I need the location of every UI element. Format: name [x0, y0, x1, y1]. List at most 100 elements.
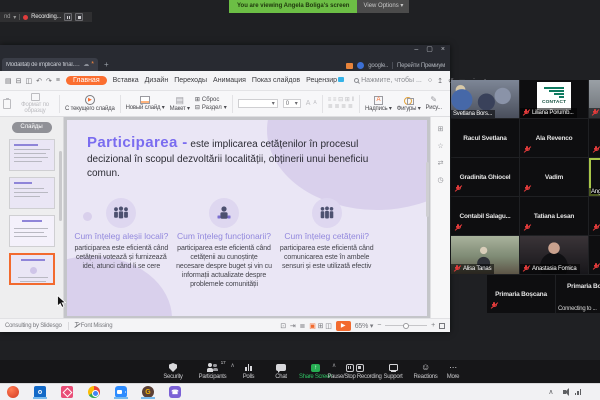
taskbar-chrome-icon[interactable] [88, 385, 100, 399]
reading-view-icon[interactable]: ◫ [325, 322, 331, 330]
upload-icon[interactable]: ↥ [437, 77, 443, 85]
slideshow-play-button[interactable]: ▶ [336, 321, 351, 331]
tab-transitions[interactable]: Переходы [174, 77, 207, 84]
preview-icon[interactable]: ◫ [26, 77, 33, 85]
slide-thumbnail-3[interactable] [9, 215, 55, 247]
tab-slideshow[interactable]: Показ слайдов [252, 77, 300, 84]
fullscreen-icon[interactable] [439, 323, 445, 329]
participant-tile-racul-svetlana[interactable]: Racul Svetlana [451, 119, 519, 157]
zoom-in-button[interactable]: + [431, 322, 435, 329]
slide-thumbnail-1[interactable] [9, 139, 55, 171]
close-button[interactable]: × [441, 46, 445, 54]
print-icon[interactable]: ⊟ [16, 77, 22, 85]
save-icon[interactable]: ▤ [5, 77, 12, 85]
star-icon[interactable]: ☆ [437, 142, 443, 150]
swap-icon[interactable]: ⇄ [438, 159, 444, 167]
participant-tile-vadim[interactable]: Vadim [520, 158, 588, 196]
participant-tile-angela-active-speaker[interactable]: Ange... [589, 158, 600, 196]
pause-recording-button[interactable] [64, 13, 72, 21]
tab-insert[interactable]: Вставка [113, 77, 139, 84]
section-button[interactable]: ⊟Раздел ▾ [195, 105, 227, 111]
avatar[interactable] [357, 62, 364, 69]
minimize-button[interactable]: – [414, 46, 418, 54]
redo-icon[interactable]: ↷ [46, 77, 52, 85]
participant-tile-clipped-p[interactable]: P... [589, 119, 600, 157]
more-button[interactable]: ⋯ More [440, 360, 466, 383]
chevron-up-icon[interactable]: ∧ [230, 363, 234, 369]
participant-tile-primaria-connecting[interactable]: Primaria Boșc... Connecting to ... [556, 275, 600, 313]
reactions-button[interactable]: ☺ Reactions [411, 360, 440, 383]
ribbon-search[interactable]: Нажмите, чтобы ... [354, 77, 422, 84]
zoom-slider-knob[interactable] [403, 323, 409, 329]
polls-button[interactable]: Polls [232, 360, 265, 383]
network-icon[interactable] [575, 389, 582, 395]
shapes-button[interactable]: Фигуры ▾ [397, 96, 421, 112]
recording-dropdown-partial[interactable]: nd [4, 14, 10, 20]
slide-thumbnail-2[interactable] [9, 177, 55, 209]
customize-icon[interactable]: ≡ [56, 77, 60, 85]
share-user-icon[interactable]: ○ [428, 77, 432, 85]
participants-button[interactable]: 17∧ Participants [193, 360, 232, 383]
reset-button[interactable]: ⊞Сброс [195, 97, 227, 103]
tab-home[interactable]: Главная [66, 76, 107, 85]
outline-icon[interactable]: ≣ [300, 322, 306, 330]
notes-icon[interactable]: ⊡ [280, 322, 286, 330]
panel-scrollbar[interactable] [59, 151, 62, 221]
handout-icon[interactable]: ⇥ [290, 322, 296, 330]
pause-stop-recording-button[interactable]: Pause/Stop Recording [334, 360, 375, 383]
canvas-scrollbar[interactable] [426, 162, 429, 217]
participant-tile-primaria-boscana[interactable]: Primaria Boșcana [487, 275, 555, 313]
zoom-out-button[interactable]: − [377, 322, 381, 329]
document-tab[interactable]: Modalități de implicare final.pptx ☁ * [2, 58, 98, 71]
participant-tile-ala-revenco[interactable]: Ala Revenco [520, 119, 588, 157]
tab-review[interactable]: Рецензир [306, 77, 344, 84]
format-painter-button[interactable]: Формат по образцу [16, 93, 54, 114]
slides-panel-tab[interactable]: Слайды [12, 122, 52, 133]
taskbar-photos-icon[interactable] [61, 385, 73, 399]
account-name[interactable]: google.. [368, 63, 388, 69]
participant-tile-contabil-salagu[interactable]: Contabil Salagu... [451, 197, 519, 235]
paste-button[interactable] [3, 99, 11, 109]
participant-tile-gradinita-ghiocel[interactable]: Gradinita Ghiocel [451, 158, 519, 196]
font-format-icons[interactable]: AA [306, 100, 317, 107]
current-slide[interactable]: Participarea - este implicarea cetățenil… [67, 120, 427, 316]
clock-icon[interactable]: ◷ [437, 176, 443, 184]
undo-icon[interactable]: ↶ [36, 77, 42, 85]
new-slide-button[interactable]: Новый слайд ▾ [126, 96, 165, 111]
taskbar-outlook-icon[interactable]: o [34, 385, 46, 399]
textbox-button[interactable]: AНадпись ▾ [365, 96, 392, 112]
taskbar-google-icon[interactable]: G [142, 385, 154, 399]
participant-tile-clipped[interactable] [589, 236, 600, 274]
tab-design[interactable]: Дизайн [145, 77, 169, 84]
security-button[interactable]: Security [153, 360, 193, 383]
font-name-select[interactable]: ▾ [238, 99, 278, 108]
view-options-button[interactable]: View Options ▾ [357, 0, 409, 13]
chat-button[interactable]: Chat [265, 360, 297, 383]
layout-button[interactable]: ▤Макет ▾ [170, 96, 190, 112]
font-size-select[interactable]: 0▾ [283, 99, 301, 108]
participant-tile-liliana-porumb[interactable]: CONTACT Liliana Porumb... [520, 80, 588, 118]
participant-tile-svetlana-bors[interactable]: Svetlana Bors... [451, 80, 519, 118]
taskbar-browser-icon[interactable] [7, 385, 19, 399]
go-premium-button[interactable]: Перейти Премиум [397, 63, 445, 69]
slide-thumbnail-4-selected[interactable] [9, 253, 55, 285]
speaker-icon[interactable] [563, 390, 566, 394]
chevron-up-icon[interactable]: ∧ [332, 363, 336, 369]
font-missing-warning[interactable]: TFont Missing [75, 322, 113, 329]
new-tab-button[interactable]: + [104, 60, 109, 69]
panel-grid-icon[interactable]: ⊞ [438, 125, 444, 133]
participant-tile-anastasia-fomica[interactable]: Anastasia Fomica [520, 236, 588, 274]
support-button[interactable]: Support [375, 360, 411, 383]
zoom-slider[interactable] [385, 325, 427, 326]
participant-tile-primaria[interactable]: Prim... [589, 80, 600, 118]
taskbar-zoom-icon[interactable] [115, 385, 127, 399]
tab-animation[interactable]: Анимация [213, 77, 246, 84]
zoom-level[interactable]: 65% ▾ [355, 322, 374, 330]
normal-view-icon[interactable]: ▣ [309, 322, 315, 330]
grid-view-icon[interactable]: ⊞ [318, 322, 324, 330]
maximize-button[interactable]: ▢ [426, 46, 433, 54]
participant-tile-alisa-tanas[interactable]: Alisa Tanas [451, 236, 519, 274]
participant-tile-tatiana-lesan[interactable]: Tatiana Lesan [520, 197, 588, 235]
taskbar-viber-icon[interactable]: ☎ [169, 385, 181, 399]
participant-tile-clipped[interactable] [589, 197, 600, 235]
